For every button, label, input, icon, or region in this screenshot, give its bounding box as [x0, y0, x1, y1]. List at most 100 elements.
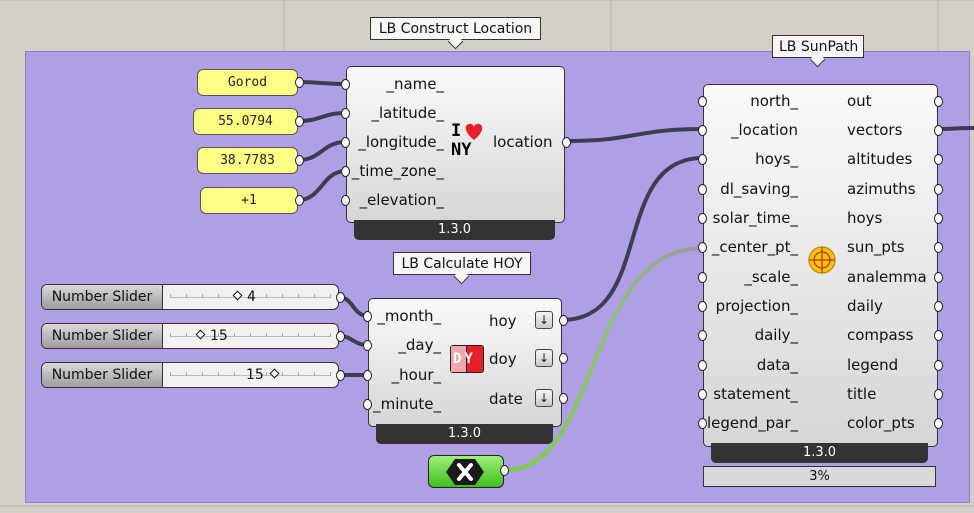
- panel-output-port[interactable]: [295, 195, 304, 206]
- input-port[interactable]: [698, 330, 707, 341]
- output-port[interactable]: [562, 137, 571, 148]
- input-port[interactable]: [698, 213, 707, 224]
- input-port[interactable]: [698, 301, 707, 312]
- output-port[interactable]: [934, 330, 943, 341]
- output-port[interactable]: [934, 301, 943, 312]
- input-north: north_: [750, 92, 798, 110]
- output-port[interactable]: [934, 389, 943, 400]
- slider-knob[interactable]: [232, 290, 243, 301]
- input-hour: _hour_: [391, 366, 441, 384]
- dy-calendar-icon: DY: [450, 345, 484, 373]
- output-title: title: [847, 385, 877, 403]
- output-azimuths: azimuths: [847, 180, 916, 198]
- canvas-grid-line: [610, 0, 612, 51]
- input-port[interactable]: [363, 399, 372, 410]
- arrow-down-icon[interactable]: ↓: [535, 311, 553, 329]
- slider-output-port[interactable]: [336, 292, 345, 303]
- output-port[interactable]: [934, 272, 943, 283]
- input-port[interactable]: [363, 370, 372, 381]
- progress-bar: 3%: [703, 466, 936, 487]
- input-port[interactable]: [341, 195, 350, 206]
- slider-output-port[interactable]: [336, 370, 345, 381]
- input-port[interactable]: [341, 79, 350, 90]
- slider-track[interactable]: [170, 333, 331, 337]
- canvas-grid-line: [937, 0, 939, 51]
- output-color-pts: color_pts: [847, 414, 915, 432]
- panel-latitude[interactable]: 55.0794: [193, 108, 298, 135]
- output-sun-pts: sun_pts: [847, 238, 905, 256]
- input-port[interactable]: [341, 166, 350, 177]
- input-port[interactable]: [698, 154, 707, 165]
- slider-tick: [234, 333, 235, 337]
- slider-tick: [314, 333, 315, 337]
- icon-letters-ny: NY: [451, 140, 472, 160]
- input-day: _day_: [398, 336, 441, 354]
- output-port[interactable]: [934, 184, 943, 195]
- input-port[interactable]: [341, 108, 350, 119]
- number-slider-day[interactable]: Number Slider 15: [41, 323, 339, 349]
- panel-time-zone[interactable]: +1: [200, 187, 298, 214]
- output-port[interactable]: [559, 353, 568, 364]
- slider-output-port[interactable]: [336, 331, 345, 342]
- toggle-output-port[interactable]: [500, 465, 509, 476]
- output-port[interactable]: [934, 154, 943, 165]
- input-data: data_: [756, 356, 798, 374]
- slider-tick: [298, 333, 299, 337]
- arrow-down-icon[interactable]: ↓: [535, 389, 553, 407]
- canvas-grid-line: [0, 505, 974, 507]
- panel-name[interactable]: Gorod: [197, 69, 298, 96]
- input-port[interactable]: [341, 137, 350, 148]
- icon-letter-i: I: [451, 121, 462, 141]
- boolean-toggle[interactable]: [428, 455, 504, 488]
- slider-tick: [298, 294, 299, 298]
- slider-tick: [234, 372, 235, 376]
- input-hoys: hoys_: [755, 150, 798, 168]
- panel-output-port[interactable]: [295, 116, 304, 127]
- slider-knob[interactable]: [195, 329, 206, 340]
- input-port[interactable]: [698, 272, 707, 283]
- slider-tick: [314, 372, 315, 376]
- panel-output-port[interactable]: [295, 77, 304, 88]
- heart-icon: [465, 123, 483, 140]
- slider-tick: [250, 333, 251, 337]
- input-elevation: _elevation_: [359, 191, 444, 209]
- slider-label: Number Slider: [42, 363, 163, 387]
- canvas-grid-line: [0, 0, 974, 1]
- construct-location-version: 1.3.0: [354, 220, 555, 240]
- output-out: out: [847, 92, 872, 110]
- output-port[interactable]: [934, 242, 943, 253]
- input-port[interactable]: [698, 184, 707, 195]
- output-port[interactable]: [934, 96, 943, 107]
- slider-tick: [298, 372, 299, 376]
- output-port[interactable]: [559, 393, 568, 404]
- input-port[interactable]: [363, 340, 372, 351]
- slider-knob[interactable]: [269, 368, 280, 379]
- number-slider-month[interactable]: Number Slider 4: [41, 284, 339, 310]
- input-name: _name_: [386, 75, 444, 93]
- version-text: 1.3.0: [437, 222, 472, 237]
- input-port[interactable]: [698, 96, 707, 107]
- panel-longitude[interactable]: 38.7783: [197, 147, 298, 174]
- input-port[interactable]: [698, 125, 707, 136]
- input-port[interactable]: [698, 389, 707, 400]
- output-port[interactable]: [934, 418, 943, 429]
- panel-output-port[interactable]: [295, 155, 304, 166]
- output-port[interactable]: [559, 315, 568, 326]
- panel-text: Gorod: [227, 75, 268, 90]
- slider-tick: [314, 294, 315, 298]
- calculate-hoy-version: 1.3.0: [376, 424, 553, 444]
- slider-tick: [186, 294, 187, 298]
- input-port[interactable]: [698, 242, 707, 253]
- input-time-zone: _time_zone_: [351, 162, 444, 180]
- construct-location-title: LB Construct Location: [370, 17, 541, 50]
- input-port[interactable]: [698, 418, 707, 429]
- arrow-down-icon[interactable]: ↓: [535, 349, 553, 367]
- input-port[interactable]: [363, 311, 372, 322]
- output-port[interactable]: [934, 125, 943, 136]
- number-slider-hour[interactable]: Number Slider 15: [41, 362, 339, 388]
- input-port[interactable]: [698, 360, 707, 371]
- output-port[interactable]: [934, 213, 943, 224]
- slider-tick: [202, 294, 203, 298]
- output-port[interactable]: [934, 360, 943, 371]
- slider-tick: [266, 294, 267, 298]
